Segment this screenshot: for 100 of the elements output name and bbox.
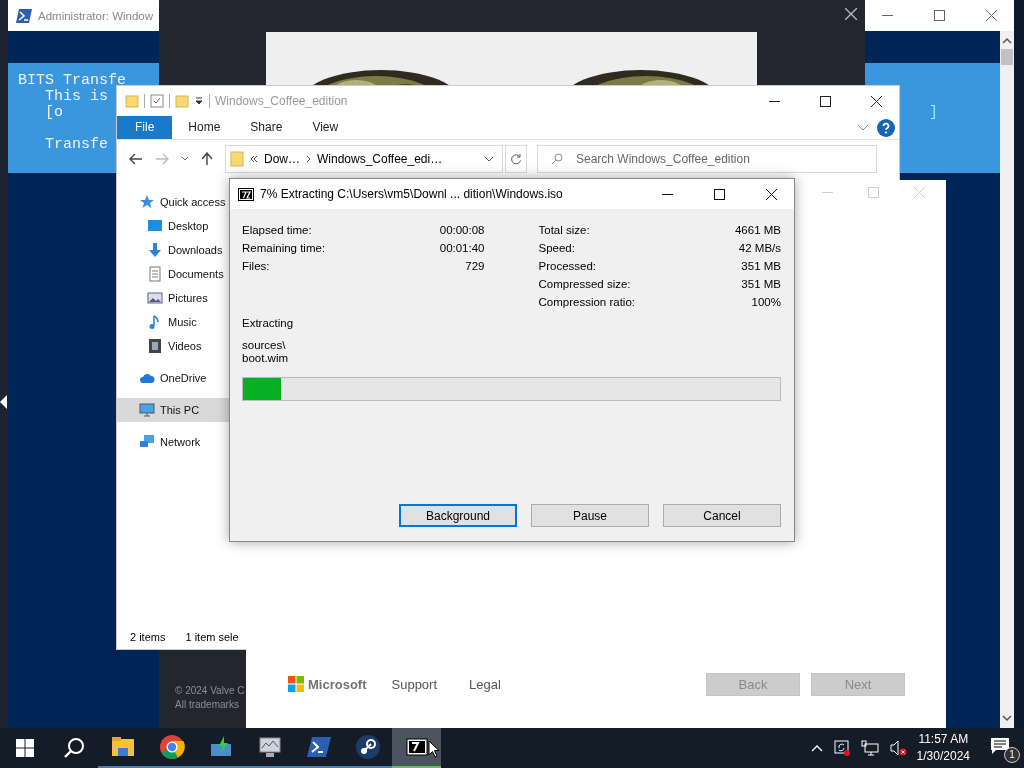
up-arrow-icon[interactable] — [201, 152, 213, 166]
status-text: 1 item sele — [185, 631, 239, 643]
arrow-left-icon[interactable] — [0, 395, 8, 409]
notification-badge: 1 — [1004, 747, 1020, 763]
ribbon-tab[interactable]: Share — [236, 116, 297, 139]
nav-item[interactable]: Documents — [117, 262, 229, 286]
nav-item[interactable]: This PC — [117, 398, 229, 422]
volume-muted-icon[interactable] — [888, 739, 907, 757]
refresh-icon[interactable] — [510, 153, 522, 165]
search-field[interactable]: Search Windows_Coffee_edition — [537, 145, 877, 173]
maximize-icon[interactable] — [819, 95, 831, 107]
stat-label: Compressed size: — [538, 278, 631, 290]
ribbon-tab[interactable]: File — [117, 116, 173, 139]
refresh-button[interactable] — [505, 145, 527, 173]
dialog-button[interactable]: Pause — [531, 504, 649, 527]
archive-logo-icon — [238, 187, 254, 201]
stat-label: Files: — [242, 260, 270, 272]
stat-value: 4661 MB — [734, 224, 781, 236]
close-icon[interactable] — [870, 95, 882, 107]
chevron-down-icon[interactable] — [484, 156, 494, 162]
terminal-icon — [16, 8, 32, 23]
copyright-text: © 2024 Valve C — [175, 684, 245, 698]
sync-icon[interactable] — [832, 739, 851, 757]
stat-value: 00:00:08 — [439, 224, 485, 236]
close-icon[interactable] — [765, 188, 777, 200]
ribbon-tab[interactable]: Home — [174, 116, 235, 139]
breadcrumb[interactable]: Dow… — [264, 152, 300, 166]
double-chevron-left-icon[interactable] — [250, 155, 258, 163]
chevron-up-icon[interactable] — [1002, 37, 1012, 45]
nav-item[interactable]: OneDrive — [117, 366, 229, 390]
console-line: Transfe — [44, 137, 108, 153]
search-icon — [551, 153, 563, 165]
dropdown-icon[interactable] — [194, 96, 204, 106]
console-line: BITS Transfe — [18, 73, 127, 89]
document-icon — [147, 266, 163, 282]
clock-time[interactable]: 11:57 AM — [918, 731, 969, 748]
stat-label: Total size: — [538, 224, 590, 236]
stat-value: 351 MB — [741, 278, 781, 290]
address-bar[interactable]: Dow… Windows_Coffee_edi… — [225, 145, 503, 173]
clock-date[interactable]: 1/30/2024 — [916, 748, 970, 765]
windows-logo-icon[interactable] — [15, 739, 34, 757]
stat-value: 00:01:40 — [439, 242, 485, 254]
window-title: Administrator: Window — [38, 9, 154, 22]
chart-monitor-icon[interactable] — [256, 734, 283, 760]
network-icon — [139, 434, 155, 450]
mouse-cursor-icon — [428, 740, 440, 758]
dialog-button[interactable]: Background — [399, 504, 517, 527]
properties-icon[interactable] — [150, 94, 164, 108]
back-arrow-icon[interactable] — [129, 153, 143, 165]
nav-item[interactable]: Desktop — [117, 214, 229, 238]
stat-label: Elapsed time: — [242, 224, 312, 236]
console-text: ] — [929, 105, 938, 121]
nav-item[interactable]: Videos — [117, 334, 229, 358]
notification-button[interactable]: 1 — [986, 733, 1020, 763]
stat-label: Compression ratio: — [538, 296, 635, 308]
nav-item[interactable]: Downloads — [117, 238, 229, 262]
browser-icon[interactable] — [158, 734, 185, 760]
console-line: This is — [44, 89, 108, 105]
nav-item[interactable]: Quick access — [117, 190, 229, 214]
search-icon[interactable] — [62, 737, 85, 759]
window-title: Windows_Coffee_edition — [215, 94, 348, 108]
file-path: sources\ — [242, 339, 287, 352]
stat-label: Processed: — [538, 260, 597, 272]
breadcrumb[interactable]: Windows_Coffee_edi… — [317, 152, 443, 166]
dialog-button[interactable]: Cancel — [663, 504, 781, 527]
download-icon — [147, 242, 163, 258]
folder-icon — [125, 94, 139, 108]
ribbon-tab[interactable]: View — [298, 116, 353, 139]
close-button[interactable] — [845, 8, 857, 20]
chevron-down-icon[interactable] — [181, 156, 189, 162]
status-text: Extracting — [242, 317, 295, 329]
stat-value: 100% — [751, 296, 781, 308]
nav-item[interactable]: Network — [117, 430, 229, 454]
message-icon[interactable] — [990, 737, 1010, 755]
scroll-thumb[interactable] — [1001, 49, 1013, 65]
network-icon[interactable] — [860, 739, 879, 757]
chevron-down-icon[interactable] — [1002, 714, 1012, 722]
help-icon[interactable] — [877, 118, 895, 137]
round-logo-icon[interactable] — [354, 734, 381, 760]
footer-link[interactable]: Support — [391, 676, 438, 692]
videos-icon — [147, 338, 163, 354]
stat-label: Speed: — [538, 242, 575, 254]
pictures-icon — [147, 290, 163, 306]
terminal-icon[interactable] — [305, 734, 332, 760]
stat-value: 729 — [465, 260, 485, 272]
chevron-down-icon[interactable] — [857, 123, 869, 132]
stat-value: 351 MB — [741, 260, 781, 272]
taskbar-app[interactable] — [392, 728, 441, 768]
dialog-title: 7% Extracting C:\Users\vm5\Downl ... dition\Windows.iso — [260, 187, 563, 201]
windows-logo-icon — [288, 676, 304, 692]
desktop-icon — [147, 218, 163, 234]
nav-item[interactable]: Music — [117, 310, 229, 334]
nav-item[interactable]: Pictures — [117, 286, 229, 310]
star-icon — [139, 194, 155, 210]
stat-value: 42 MB/s — [738, 242, 781, 254]
scrollbar[interactable] — [1000, 31, 1014, 728]
stat-label: Remaining time: — [242, 242, 326, 254]
maximize-icon[interactable] — [713, 188, 725, 200]
footer-link[interactable]: Legal — [469, 676, 501, 692]
copyright-text: All trademarks — [175, 698, 239, 712]
